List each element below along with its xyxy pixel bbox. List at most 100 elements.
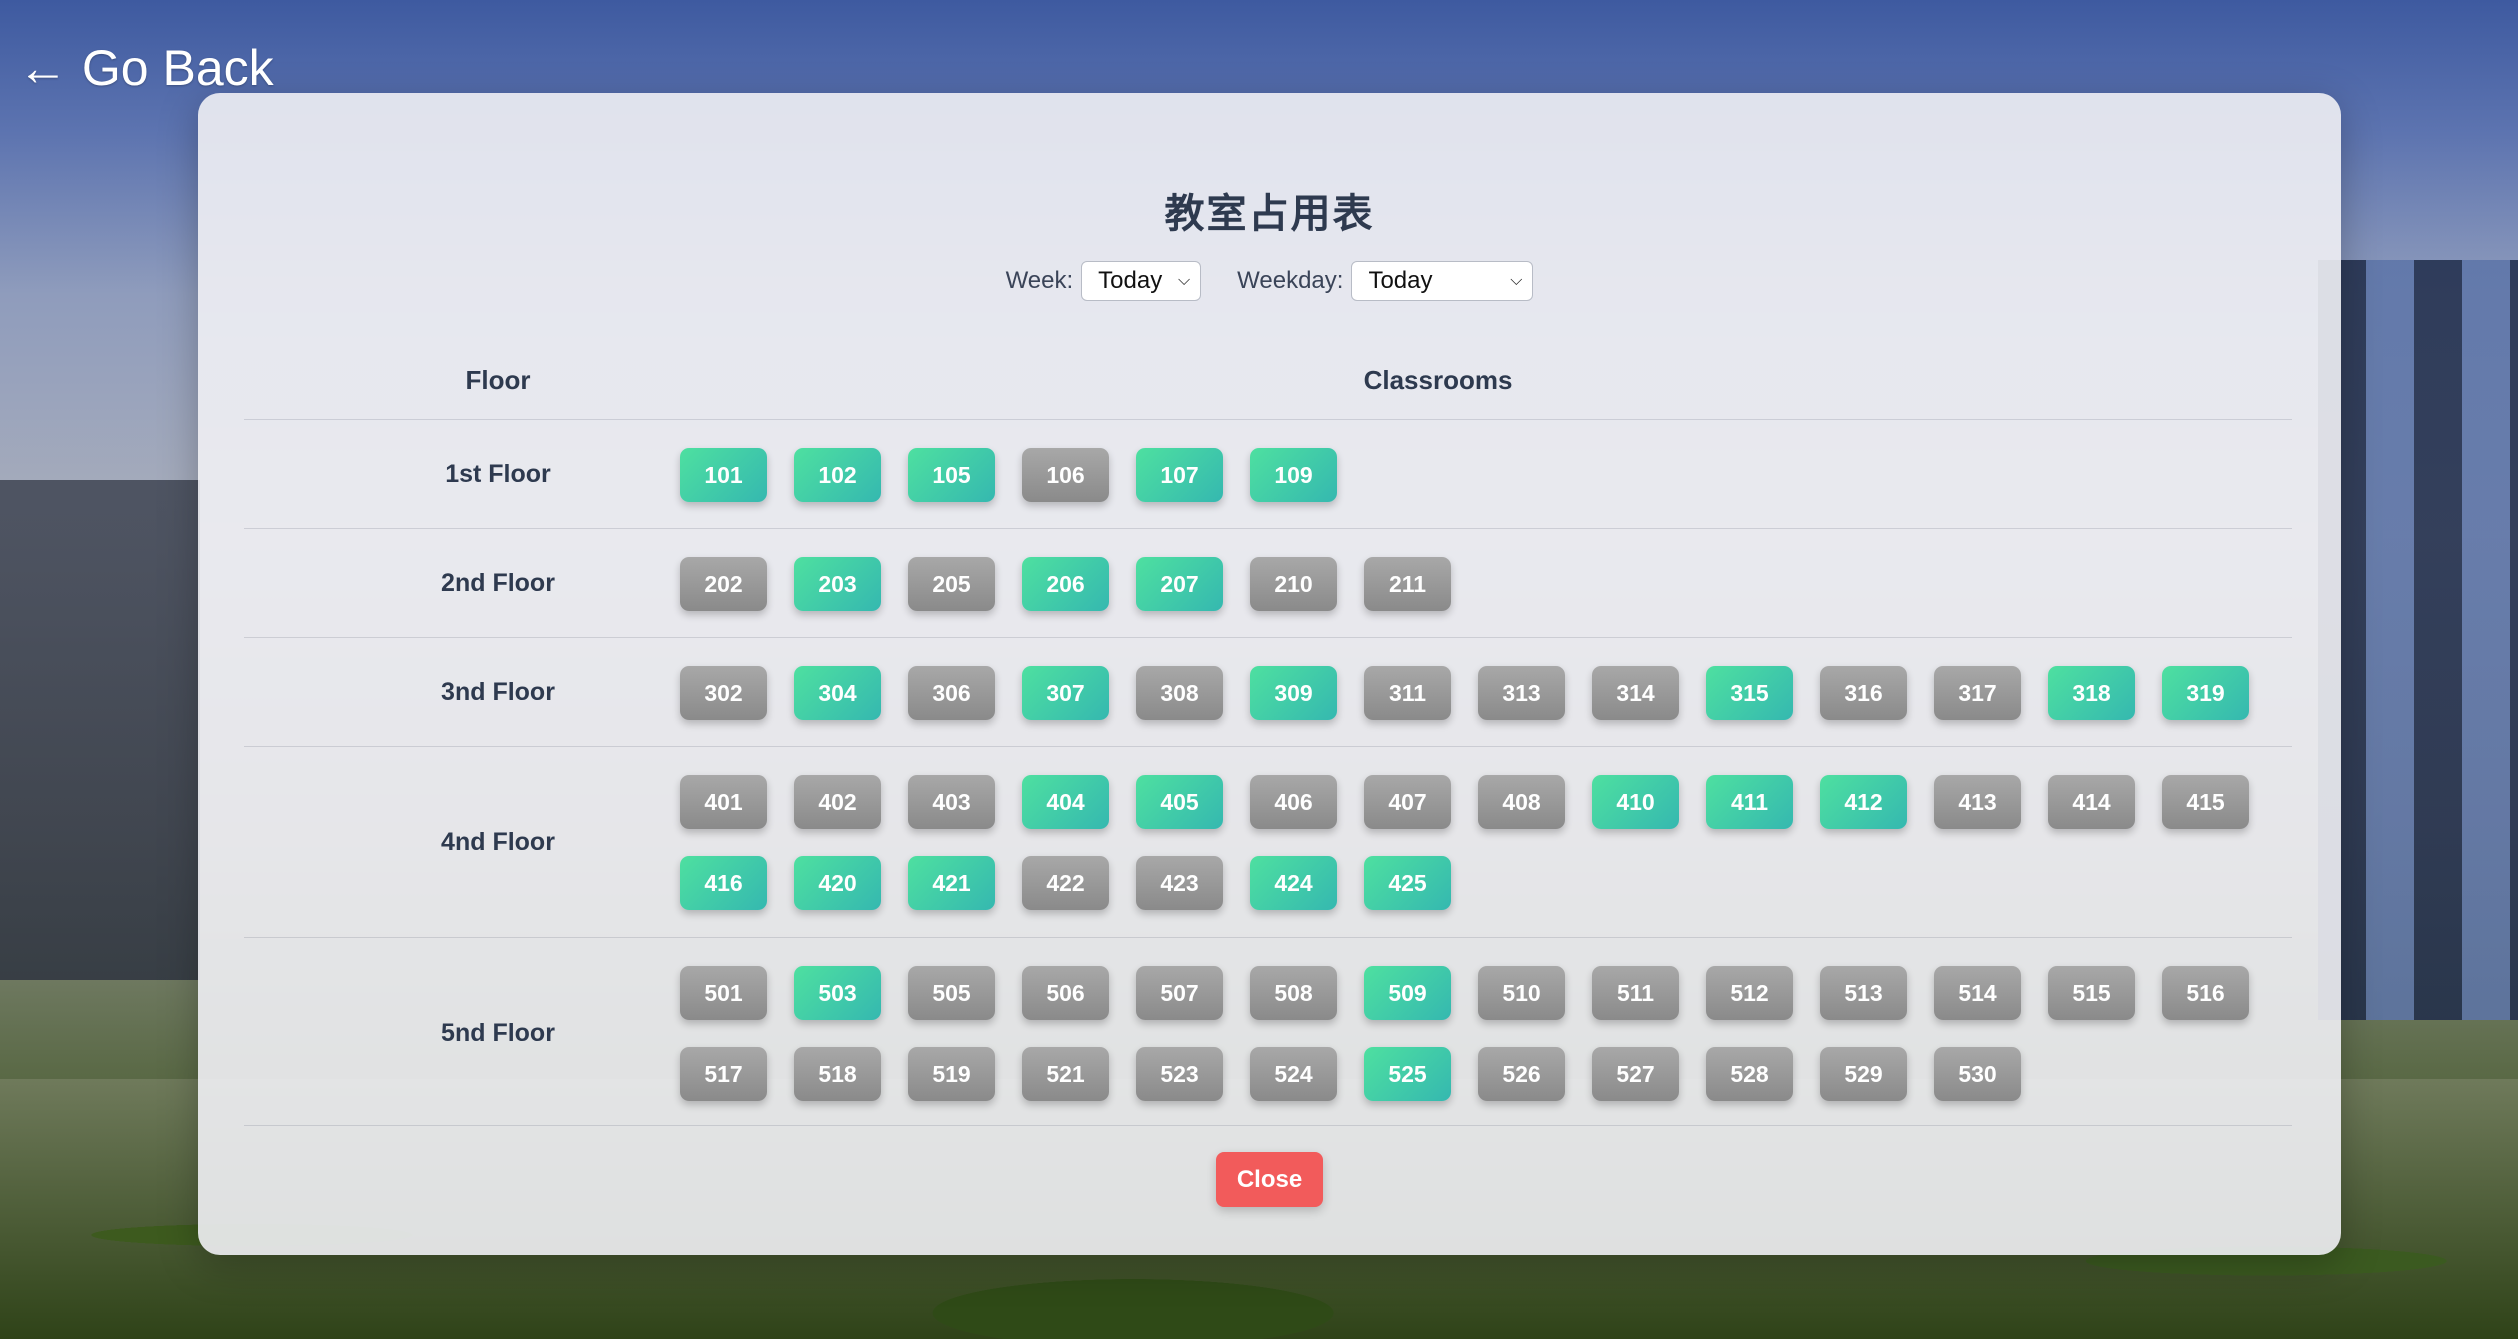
classroom-free-button[interactable]: 412 (1820, 775, 1907, 829)
classroom-free-button[interactable]: 203 (794, 557, 881, 611)
classroom-free-button[interactable]: 206 (1022, 557, 1109, 611)
classroom-busy-button[interactable]: 527 (1592, 1047, 1679, 1101)
classroom-busy-button[interactable]: 313 (1478, 666, 1565, 720)
classroom-busy-button[interactable]: 408 (1478, 775, 1565, 829)
classroom-free-button[interactable]: 107 (1136, 448, 1223, 502)
classroom-busy-button[interactable]: 518 (794, 1047, 881, 1101)
classroom-busy-button[interactable]: 317 (1934, 666, 2021, 720)
classroom-busy-button[interactable]: 415 (2162, 775, 2249, 829)
classroom-free-button[interactable]: 304 (794, 666, 881, 720)
go-back-link[interactable]: ← Go Back (18, 38, 274, 98)
classroom-free-button[interactable]: 105 (908, 448, 995, 502)
classroom-free-button[interactable]: 411 (1706, 775, 1793, 829)
classroom-busy-button[interactable]: 403 (908, 775, 995, 829)
classroom-busy-button[interactable]: 210 (1250, 557, 1337, 611)
floor-label: 4nd Floor (441, 827, 555, 856)
floor-row: 1st Floor 101 102 105 106 107 109 (244, 419, 2292, 528)
week-select-value: Today (1098, 267, 1163, 294)
floor-row: 2nd Floor 202 203 205 206 207 210 211 (244, 528, 2292, 637)
classroom-busy-button[interactable]: 402 (794, 775, 881, 829)
table-bottom-divider (244, 1125, 2292, 1126)
classroom-busy-button[interactable]: 511 (1592, 966, 1679, 1020)
classroom-busy-button[interactable]: 311 (1364, 666, 1451, 720)
classroom-free-button[interactable]: 509 (1364, 966, 1451, 1020)
classroom-free-button[interactable]: 309 (1250, 666, 1337, 720)
floor-label: 2nd Floor (441, 568, 555, 597)
classroom-busy-button[interactable]: 519 (908, 1047, 995, 1101)
classroom-free-button[interactable]: 525 (1364, 1047, 1451, 1101)
classroom-busy-button[interactable]: 306 (908, 666, 995, 720)
classroom-busy-button[interactable]: 523 (1136, 1047, 1223, 1101)
chevron-down-icon: ⌵ (1178, 272, 1191, 289)
classroom-free-button[interactable]: 109 (1250, 448, 1337, 502)
classroom-busy-button[interactable]: 505 (908, 966, 995, 1020)
classroom-free-button[interactable]: 420 (794, 856, 881, 910)
classroom-free-button[interactable]: 315 (1706, 666, 1793, 720)
classroom-busy-button[interactable]: 530 (1934, 1047, 2021, 1101)
floor-row: 5nd Floor 501 503 505 506 507 508 509 510 511 512 5… (244, 937, 2292, 1128)
classroom-busy-button[interactable]: 414 (2048, 775, 2135, 829)
floor-row: 4nd Floor 401 402 403 404 405 406 407 408 410 411 4… (244, 746, 2292, 937)
classroom-busy-button[interactable]: 515 (2048, 966, 2135, 1020)
classroom-free-button[interactable]: 425 (1364, 856, 1451, 910)
classroom-free-button[interactable]: 307 (1022, 666, 1109, 720)
close-button[interactable]: Close (1216, 1152, 1323, 1207)
classroom-free-button[interactable]: 424 (1250, 856, 1337, 910)
classroom-free-button[interactable]: 503 (794, 966, 881, 1020)
weekday-select-value: Today (1368, 267, 1433, 294)
classroom-free-button[interactable]: 404 (1022, 775, 1109, 829)
classroom-free-button[interactable]: 421 (908, 856, 995, 910)
classroom-free-button[interactable]: 319 (2162, 666, 2249, 720)
classroom-list: 101 102 105 106 107 109 (680, 448, 2280, 502)
floor-row: 3nd Floor 302 304 306 307 308 309 311 313 314 315 3… (244, 637, 2292, 746)
classroom-busy-button[interactable]: 529 (1820, 1047, 1907, 1101)
classroom-busy-button[interactable]: 506 (1022, 966, 1109, 1020)
classroom-busy-button[interactable]: 423 (1136, 856, 1223, 910)
classroom-busy-button[interactable]: 516 (2162, 966, 2249, 1020)
classroom-busy-button[interactable]: 314 (1592, 666, 1679, 720)
floor-label: 1st Floor (445, 459, 551, 488)
classroom-busy-button[interactable]: 422 (1022, 856, 1109, 910)
classroom-free-button[interactable]: 410 (1592, 775, 1679, 829)
classroom-busy-button[interactable]: 211 (1364, 557, 1451, 611)
classroom-list: 202 203 205 206 207 210 211 (680, 557, 2280, 611)
classroom-busy-button[interactable]: 202 (680, 557, 767, 611)
classroom-free-button[interactable]: 416 (680, 856, 767, 910)
classroom-busy-button[interactable]: 501 (680, 966, 767, 1020)
chevron-down-icon: ⌵ (1510, 272, 1523, 289)
classroom-busy-button[interactable]: 507 (1136, 966, 1223, 1020)
classroom-busy-button[interactable]: 517 (680, 1047, 767, 1101)
weekday-select[interactable]: Today ⌵ (1351, 261, 1534, 301)
classroom-free-button[interactable]: 318 (2048, 666, 2135, 720)
classroom-busy-button[interactable]: 407 (1364, 775, 1451, 829)
classroom-busy-button[interactable]: 308 (1136, 666, 1223, 720)
classroom-list: 302 304 306 307 308 309 311 313 314 315 316 317 318 3… (680, 666, 2280, 720)
classroom-busy-button[interactable]: 510 (1478, 966, 1565, 1020)
classroom-free-button[interactable]: 102 (794, 448, 881, 502)
classroom-busy-button[interactable]: 508 (1250, 966, 1337, 1020)
classroom-busy-button[interactable]: 106 (1022, 448, 1109, 502)
classroom-free-button[interactable]: 207 (1136, 557, 1223, 611)
classroom-busy-button[interactable]: 316 (1820, 666, 1907, 720)
classroom-busy-button[interactable]: 302 (680, 666, 767, 720)
classroom-busy-button[interactable]: 513 (1820, 966, 1907, 1020)
classroom-list: 501 503 505 506 507 508 509 510 511 512 513 514 515 5… (680, 966, 2280, 1101)
classroom-busy-button[interactable]: 205 (908, 557, 995, 611)
classroom-busy-button[interactable]: 526 (1478, 1047, 1565, 1101)
classroom-busy-button[interactable]: 514 (1934, 966, 2021, 1020)
column-header-classrooms: Classrooms (1363, 365, 1513, 395)
classroom-busy-button[interactable]: 528 (1706, 1047, 1793, 1101)
classroom-busy-button[interactable]: 413 (1934, 775, 2021, 829)
classroom-busy-button[interactable]: 521 (1022, 1047, 1109, 1101)
classroom-busy-button[interactable]: 406 (1250, 775, 1337, 829)
floor-table: 1st Floor 101 102 105 106 107 109 2nd Floor 202 2… (244, 419, 2292, 1128)
classroom-busy-button[interactable]: 512 (1706, 966, 1793, 1020)
week-select[interactable]: Today ⌵ (1081, 261, 1202, 301)
filter-bar: Week: Today ⌵ Weekday: Today ⌵ (198, 261, 2341, 301)
classroom-free-button[interactable]: 101 (680, 448, 767, 502)
modal-title: 教室占用表 (1164, 192, 1375, 236)
classroom-busy-button[interactable]: 401 (680, 775, 767, 829)
classroom-busy-button[interactable]: 524 (1250, 1047, 1337, 1101)
classroom-free-button[interactable]: 405 (1136, 775, 1223, 829)
background-building-left (0, 480, 200, 980)
